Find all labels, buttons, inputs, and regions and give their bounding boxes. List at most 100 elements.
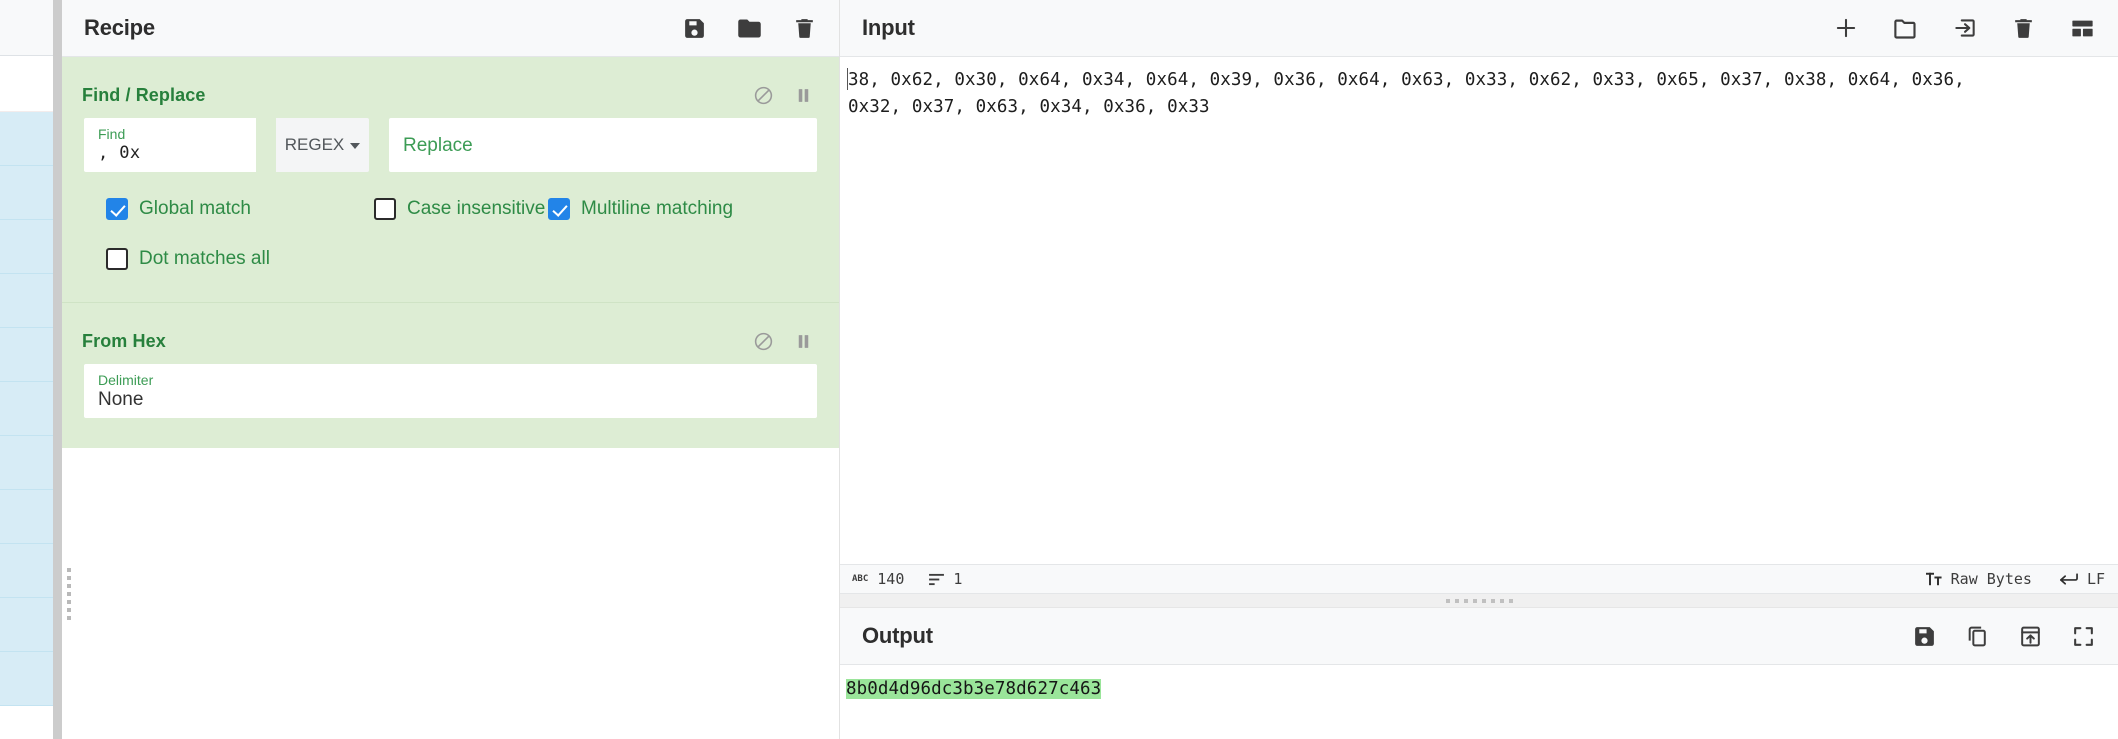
operation-title: From Hex <box>82 331 166 351</box>
find-type-label: REGEX <box>284 135 345 154</box>
open-file-as-input-icon[interactable] <box>1952 15 1978 41</box>
cyberchef-app: Recipe Find / Replace Find , 0x REGEX Re… <box>0 0 2118 739</box>
operation-list-item[interactable] <box>0 652 53 706</box>
checkbox-label: Dot matches all <box>139 248 270 269</box>
lines-icon <box>929 573 945 586</box>
font-icon <box>1925 572 1942 586</box>
replace-placeholder: Replace <box>403 135 473 156</box>
find-value: , 0x <box>98 143 141 163</box>
recipe-panel: Recipe Find / Replace Find , 0x REGEX Re… <box>62 0 840 739</box>
input-lines-value: 1 <box>953 570 963 588</box>
find-input[interactable]: Find , 0x <box>84 118 256 172</box>
disable-operation-icon[interactable] <box>753 85 774 106</box>
checkbox-label: Global match <box>139 198 251 219</box>
input-title-bar: Input <box>840 0 2118 57</box>
operation-arguments: Delimiter None <box>62 362 839 448</box>
operation-controls <box>753 331 813 352</box>
pause-operation-icon[interactable] <box>794 331 813 352</box>
recipe-title-bar: Recipe <box>62 0 839 57</box>
operation-list-item[interactable] <box>0 436 53 490</box>
checkbox-case-insensitive[interactable]: Case insensitive <box>374 198 548 220</box>
find-type-dropdown[interactable]: REGEX <box>276 118 369 172</box>
operation-list-item[interactable] <box>0 112 53 166</box>
input-title: Input <box>862 15 915 40</box>
input-panel: Input 38, 0x62, 0x30, 0x64, 0x34, 0x64, … <box>840 0 2118 594</box>
input-encoding-value: Raw Bytes <box>1950 570 2032 588</box>
operations-recipe-splitter[interactable] <box>53 0 62 739</box>
input-length-value: 140 <box>877 570 905 588</box>
input-line-ending-selector[interactable]: LF <box>2059 570 2105 588</box>
operation-list-item[interactable] <box>0 220 53 274</box>
text-caret <box>847 68 848 90</box>
from-hex-arg-row: Delimiter None <box>84 364 817 418</box>
checkbox-box <box>106 198 128 220</box>
find-label: Find <box>98 126 126 142</box>
pause-operation-icon[interactable] <box>794 85 813 106</box>
abc-icon: ABC <box>852 574 869 584</box>
save-recipe-icon[interactable] <box>682 16 707 41</box>
replace-input[interactable]: Replace <box>389 118 817 172</box>
replace-input-with-output-icon[interactable] <box>2018 624 2043 649</box>
find-replace-checkbox-row-2: Dot matches all <box>84 220 817 278</box>
checkbox-dot-matches-all[interactable]: Dot matches all <box>106 248 270 270</box>
add-input-tab-icon[interactable] <box>1833 15 1859 41</box>
operation-arguments: Find , 0x REGEX Replace Global match Cas… <box>62 116 839 302</box>
output-editor[interactable]: 8b0d4d96dc3b3e78d627c463 <box>840 665 2118 739</box>
output-value: 8b0d4d96dc3b3e78d627c463 <box>846 679 1102 699</box>
maximise-output-icon[interactable] <box>2071 624 2096 649</box>
input-output-splitter[interactable] <box>840 594 2118 608</box>
checkbox-box <box>106 248 128 270</box>
checkbox-global-match[interactable]: Global match <box>106 198 374 220</box>
output-title: Output <box>862 623 933 648</box>
input-line: 38, 0x62, 0x30, 0x64, 0x34, 0x64, 0x39, … <box>848 70 1965 90</box>
operations-list-column <box>0 0 53 739</box>
delimiter-dropdown[interactable]: Delimiter None <box>84 364 817 418</box>
recipe-operation-list[interactable]: Find / Replace Find , 0x REGEX Replace G… <box>62 57 839 739</box>
chevron-down-icon <box>350 143 361 149</box>
input-status-bar: ABC 140 1 Raw Bytes LF <box>840 564 2118 594</box>
output-title-bar: Output <box>840 608 2118 665</box>
input-encoding-selector[interactable]: Raw Bytes <box>1925 570 2032 588</box>
operation-list-item[interactable] <box>0 544 53 598</box>
output-panel: Output 8b0d4d96dc3b3e78d627c463 <box>840 608 2118 739</box>
operation-list-item[interactable] <box>0 382 53 436</box>
copy-output-icon[interactable] <box>1965 624 1990 649</box>
input-line-ending-value: LF <box>2086 570 2105 588</box>
checkbox-label: Multiline matching <box>581 198 734 219</box>
input-line: 0x32, 0x37, 0x63, 0x34, 0x36, 0x33 <box>848 97 1210 117</box>
find-replace-checkbox-row-1: Global match Case insensitive Multiline … <box>84 178 817 220</box>
checkbox-box <box>548 198 570 220</box>
input-toolbar <box>1833 15 2096 42</box>
operation-list-item[interactable] <box>0 328 53 382</box>
recipe-operation-find-replace[interactable]: Find / Replace Find , 0x REGEX Replace G… <box>62 57 839 302</box>
input-lines-stat: 1 <box>929 570 962 588</box>
delimiter-value: None <box>98 389 144 410</box>
find-replace-arg-row: Find , 0x REGEX Replace <box>84 118 817 172</box>
output-toolbar <box>1912 624 2096 649</box>
input-status-right: Raw Bytes LF <box>1925 570 2105 588</box>
io-column: Input 38, 0x62, 0x30, 0x64, 0x34, 0x64, … <box>840 0 2118 739</box>
clear-recipe-icon[interactable] <box>792 16 817 41</box>
operations-header <box>0 0 53 56</box>
reset-pane-layout-icon[interactable] <box>2069 15 2096 42</box>
operation-list-item[interactable] <box>0 274 53 328</box>
operation-list-item[interactable] <box>0 490 53 544</box>
operation-list-item[interactable] <box>0 598 53 652</box>
operation-header: From Hex <box>62 321 839 362</box>
checkbox-multiline-matching[interactable]: Multiline matching <box>548 198 733 220</box>
operation-controls <box>753 85 813 106</box>
operation-title: Find / Replace <box>82 85 206 105</box>
operation-list-item[interactable] <box>0 166 53 220</box>
operation-header: Find / Replace <box>62 75 839 116</box>
open-folder-as-input-icon[interactable] <box>1892 15 1919 42</box>
load-recipe-icon[interactable] <box>736 15 763 42</box>
recipe-operation-from-hex[interactable]: From Hex Delimiter None <box>62 302 839 448</box>
checkbox-box <box>374 198 396 220</box>
input-editor[interactable]: 38, 0x62, 0x30, 0x64, 0x34, 0x64, 0x39, … <box>840 57 2118 564</box>
operations-search-input[interactable] <box>0 56 53 112</box>
save-output-icon[interactable] <box>1912 624 1937 649</box>
delimiter-label: Delimiter <box>98 372 154 388</box>
disable-operation-icon[interactable] <box>753 331 774 352</box>
recipe-resize-grip[interactable] <box>67 568 73 628</box>
clear-io-icon[interactable] <box>2011 16 2036 41</box>
